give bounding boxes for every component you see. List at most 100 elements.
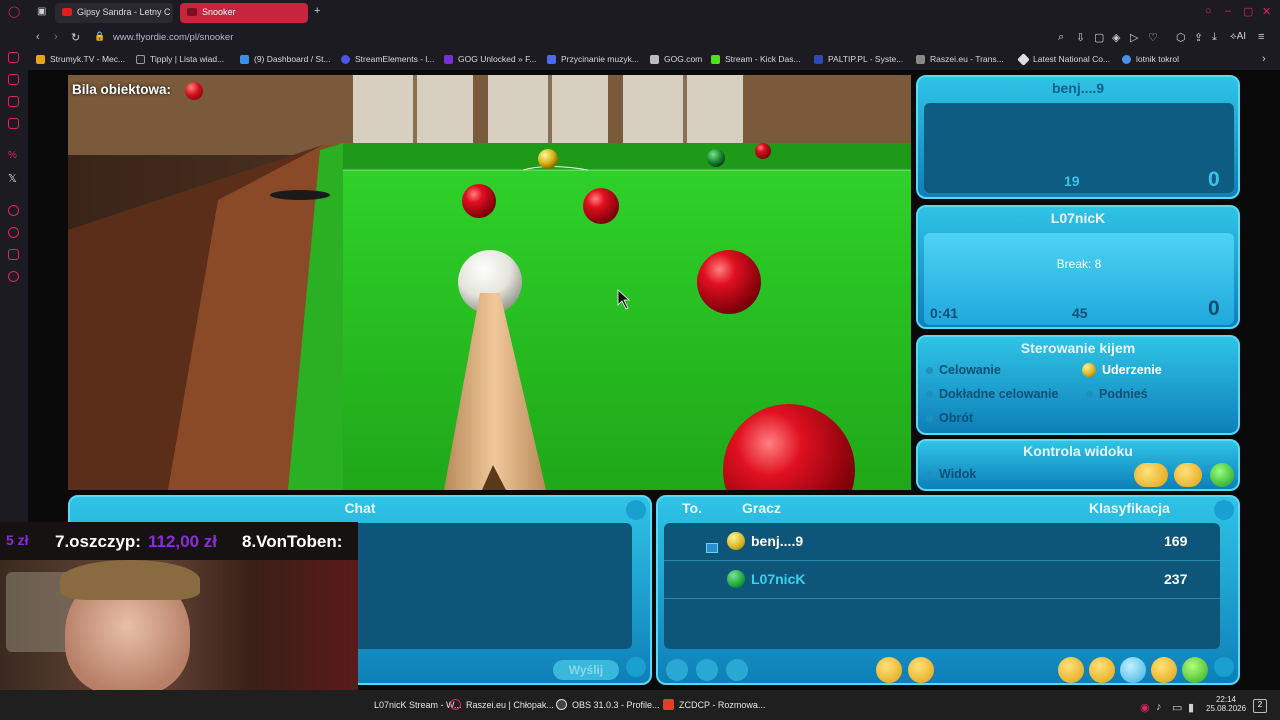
bookmarks-more-icon[interactable]: › xyxy=(1262,53,1266,65)
option-spin[interactable]: Obrót xyxy=(926,411,973,425)
help-icon[interactable] xyxy=(1151,657,1177,683)
reload-icon[interactable]: ↻ xyxy=(71,31,80,44)
table-row[interactable]: benj....9 169 xyxy=(664,523,1220,561)
bookmark-item[interactable]: GOG.com xyxy=(650,54,702,64)
radio-dot xyxy=(926,367,933,374)
search-icon[interactable]: ○ xyxy=(1205,5,1212,17)
sidebar-item-history[interactable] xyxy=(8,227,19,238)
notification-badge[interactable]: 2 xyxy=(1253,699,1267,713)
player1-frames: 0 xyxy=(1208,168,1220,191)
snooker-table-view[interactable]: Bila obiektowa: xyxy=(68,75,911,490)
bookmark-icon xyxy=(240,55,249,64)
sidebar-item-twitch[interactable] xyxy=(8,96,19,107)
taskbar-item[interactable]: OBS 31.0.3 - Profile... xyxy=(556,699,660,710)
tab-gipsy-sandra[interactable]: Gipsy Sandra - Letny C xyxy=(55,3,173,23)
tab-manager-icon[interactable]: ▣ xyxy=(37,6,46,17)
minimize-icon[interactable]: – xyxy=(1225,5,1231,17)
sidebar-item-messenger[interactable] xyxy=(8,118,19,129)
bookmark-item[interactable]: lotnik tokrol xyxy=(1122,54,1179,64)
clock[interactable]: 22:14 25.08.2026 xyxy=(1206,695,1246,713)
snapshot-icon[interactable]: ▢ xyxy=(1094,31,1104,44)
player-rank: 169 xyxy=(1164,533,1188,549)
option-precise-aiming[interactable]: Dokładne celowanie xyxy=(926,387,1058,401)
table-row[interactable]: L07nicK 237 xyxy=(664,561,1220,599)
bookmark-item[interactable]: Raszei.eu - Trans... xyxy=(916,54,1004,64)
rotate-view-button[interactable] xyxy=(1174,463,1202,487)
sidebar-item-player[interactable] xyxy=(8,205,19,216)
zoom-icon[interactable]: ⌕ xyxy=(1058,31,1064,44)
bookmark-item[interactable]: Przycinanie muzyk... xyxy=(547,54,639,64)
option-label: Widok xyxy=(939,467,977,481)
sound-icon[interactable] xyxy=(908,657,934,683)
bookmark-item[interactable]: PALTIP.PL - Syste... xyxy=(814,54,903,64)
bookmark-item[interactable]: Tipply | Lista wiad... xyxy=(136,54,224,64)
options-button[interactable] xyxy=(666,659,688,681)
player2-frames: 0 xyxy=(1208,297,1220,320)
sidebar-item-x[interactable]: 𝕏 xyxy=(8,172,19,185)
alert-amount: 112,00 zł xyxy=(148,532,218,551)
info-button[interactable] xyxy=(726,659,748,681)
bookmark-item[interactable]: GOG Unlocked » F... xyxy=(444,54,536,64)
bookmark-item[interactable]: StreamElements - l... xyxy=(341,54,434,64)
radio-dot xyxy=(926,415,933,422)
volume-icon[interactable]: ♪ xyxy=(1156,701,1162,713)
sidebar-item-speed-dial[interactable] xyxy=(8,52,19,63)
taskbar-item[interactable]: Raszei.eu | Chłopak... xyxy=(450,699,554,710)
sidebar-item-bookmarks[interactable] xyxy=(8,249,19,260)
messages-icon[interactable] xyxy=(1120,657,1146,683)
option-strike[interactable]: Uderzenie xyxy=(1082,363,1162,377)
add-friend-icon[interactable] xyxy=(1058,657,1084,683)
opera-logo-icon[interactable]: ◯ xyxy=(8,5,20,18)
sidebar-item-settings[interactable] xyxy=(8,271,19,282)
bookmark-item[interactable]: Strumyk.TV - Mec... xyxy=(36,54,125,64)
bookmark-label: lotnik tokrol xyxy=(1136,54,1179,64)
radio-selected-icon xyxy=(1082,363,1096,377)
option-raise[interactable]: Podnieś xyxy=(1086,387,1148,401)
sidebar-item-percent[interactable]: % xyxy=(8,150,19,161)
back-icon[interactable]: ‹ xyxy=(36,31,40,43)
taskbar-item[interactable]: ZCDCP - Rozmowa... xyxy=(663,699,765,710)
bookmark-item[interactable]: Latest National Co... xyxy=(1017,53,1110,66)
send-button[interactable]: Wyślij xyxy=(553,660,619,680)
clock-time: 22:14 xyxy=(1215,695,1237,704)
reset-view-button[interactable] xyxy=(1210,463,1234,487)
url-field[interactable]: 🔒 www.flyordie.com/pl/snooker xyxy=(88,28,1058,47)
heart-icon[interactable]: ♡ xyxy=(1148,31,1158,44)
new-tab-icon[interactable]: + xyxy=(314,5,320,17)
option-aiming[interactable]: Celowanie xyxy=(926,363,1001,377)
bookmark-item[interactable]: Stream - Kick Das... xyxy=(711,54,801,64)
share-icon[interactable]: ⇪ xyxy=(1194,31,1203,44)
settings-gear-icon[interactable] xyxy=(876,657,902,683)
mic-icon[interactable]: ▮ xyxy=(1188,701,1194,714)
table-scene xyxy=(68,75,911,490)
list-expand-button[interactable] xyxy=(1214,657,1234,677)
player-ball-icon xyxy=(727,570,745,588)
play-icon[interactable]: ▷ xyxy=(1130,31,1138,44)
network-icon[interactable]: ▭ xyxy=(1172,701,1182,714)
trophy-icon[interactable] xyxy=(1089,657,1115,683)
list-collapse-button[interactable] xyxy=(1214,500,1234,520)
download-icon[interactable]: ⤓ xyxy=(1212,31,1217,44)
tab-snooker[interactable]: Snooker xyxy=(180,3,308,23)
option-view[interactable]: Widok xyxy=(926,467,976,481)
menu-icon[interactable]: ≡ xyxy=(1258,31,1264,43)
taskbar-label: OBS 31.0.3 - Profile... xyxy=(572,700,660,710)
chat-collapse-button[interactable] xyxy=(626,500,646,520)
taskbar-item[interactable]: L07nicK Stream - W... xyxy=(358,700,462,710)
zoom-view-button[interactable] xyxy=(1134,463,1168,487)
sidebar-item-bag[interactable] xyxy=(8,74,19,85)
red-ball xyxy=(462,184,496,218)
profile-button[interactable] xyxy=(696,659,718,681)
maximize-icon[interactable]: ▢ xyxy=(1243,5,1253,18)
ai-icon[interactable]: ⟡AI xyxy=(1230,31,1246,42)
tray-app-icon[interactable]: ◉ xyxy=(1140,701,1150,714)
chat-title: Chat xyxy=(344,500,376,516)
adblock-icon[interactable]: ◈ xyxy=(1112,31,1120,44)
extensions-icon[interactable]: ⬡ xyxy=(1176,31,1186,44)
exit-icon[interactable] xyxy=(1182,657,1208,683)
bookmark-item[interactable]: (9) Dashboard / St... xyxy=(240,54,331,64)
chat-expand-button[interactable] xyxy=(626,657,646,677)
pin-icon[interactable]: ⇩ xyxy=(1076,31,1085,44)
table-icon xyxy=(706,543,718,553)
close-icon[interactable]: ✕ xyxy=(1262,5,1271,18)
